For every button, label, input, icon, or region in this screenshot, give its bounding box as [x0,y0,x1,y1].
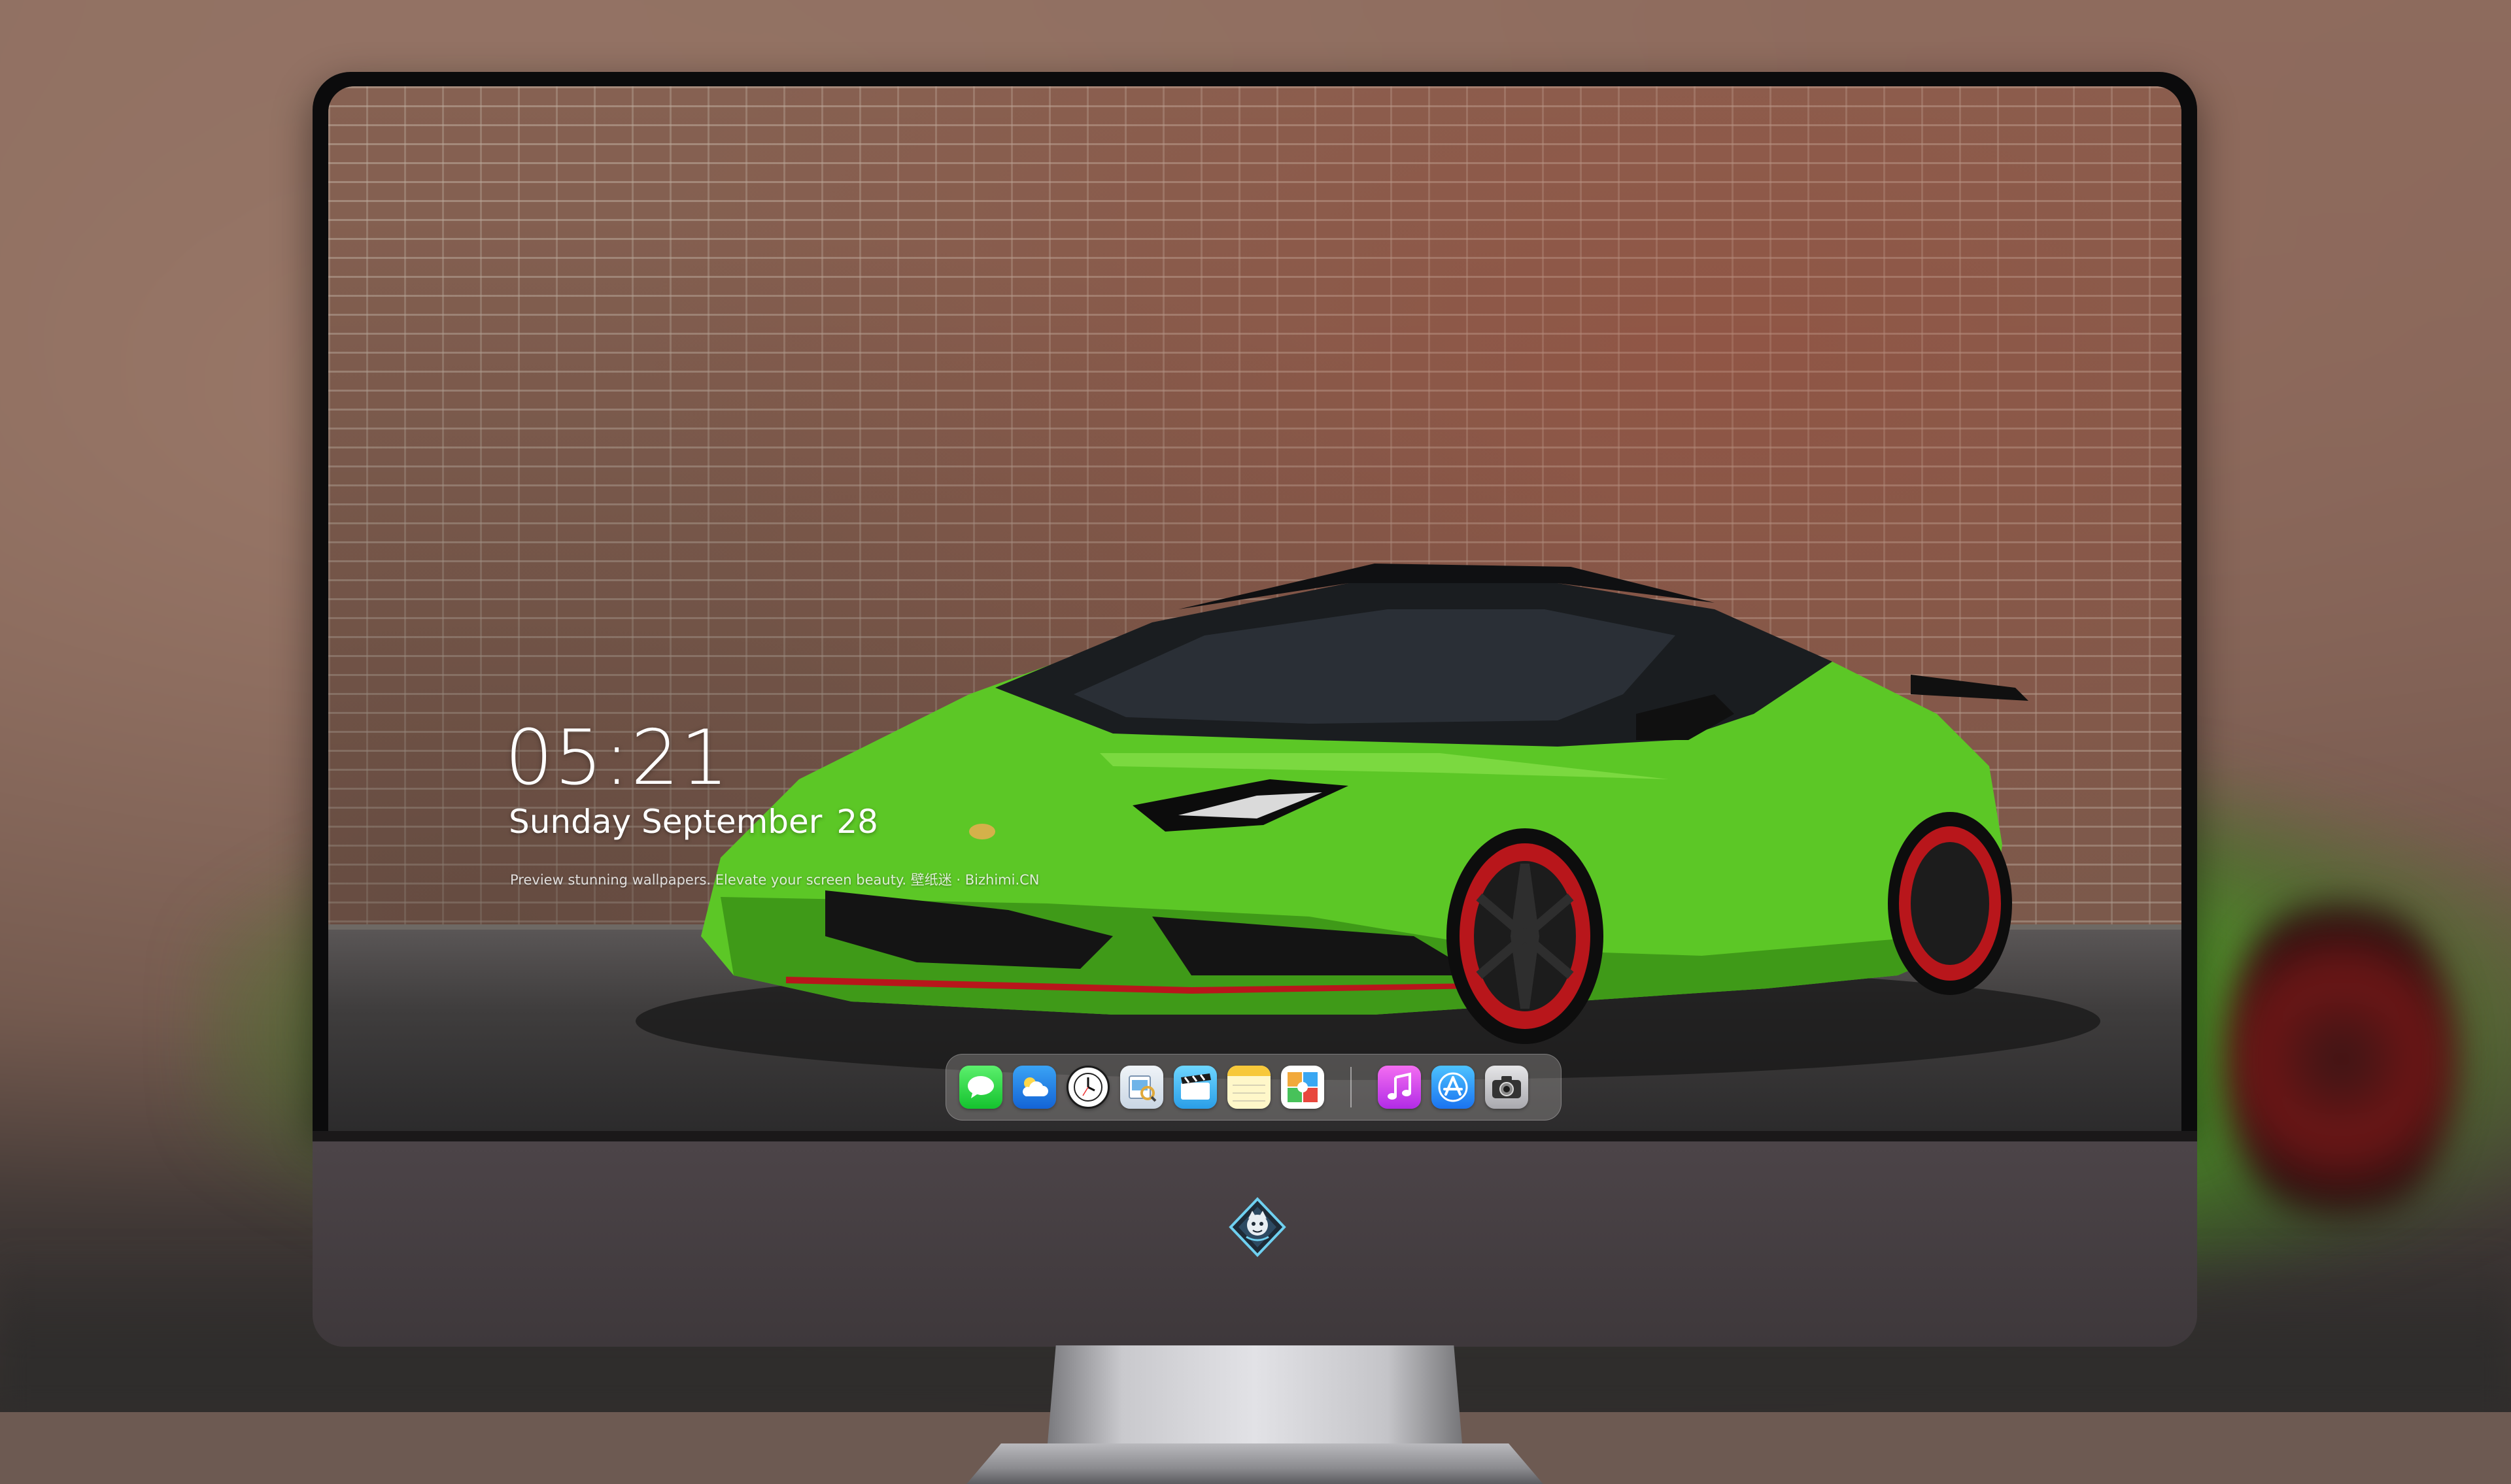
date-text: Sunday September [509,803,823,841]
monitor: 05:21 Sunday September 28 Preview stunnin… [313,72,2197,1484]
camera-icon[interactable] [1485,1066,1528,1109]
video-icon[interactable] [1174,1066,1217,1109]
dock [946,1054,1562,1121]
lock-screen-time: 05:21 [505,714,730,802]
preview-icon[interactable] [1120,1066,1163,1109]
dock-separator [1350,1067,1352,1107]
notes-icon[interactable] [1227,1066,1271,1109]
bizhimi-logo-icon [1227,1196,1288,1258]
music-icon[interactable] [1378,1066,1421,1109]
sports-car-image [636,564,2100,1080]
monitor-screen: 05:21 Sunday September 28 Preview stunnin… [328,86,2181,1131]
monitor-bezel: 05:21 Sunday September 28 Preview stunnin… [313,72,2197,1131]
photos-icon[interactable] [1281,1066,1324,1109]
monitor-chin [313,1131,2197,1347]
app-store-icon[interactable] [1431,1066,1475,1109]
weather-icon[interactable] [1013,1066,1056,1109]
day-number: 28 [836,803,878,841]
backdrop-wheel [2223,889,2459,1229]
monitor-stand-base [966,1443,1543,1484]
wallpaper-tagline: Preview stunning wallpapers. Elevate you… [510,872,1040,888]
monitor-stand-neck [1048,1345,1462,1443]
lock-screen-date: Sunday September 28 [509,803,878,841]
messages-icon[interactable] [959,1066,1002,1109]
clock-icon[interactable] [1067,1066,1110,1109]
